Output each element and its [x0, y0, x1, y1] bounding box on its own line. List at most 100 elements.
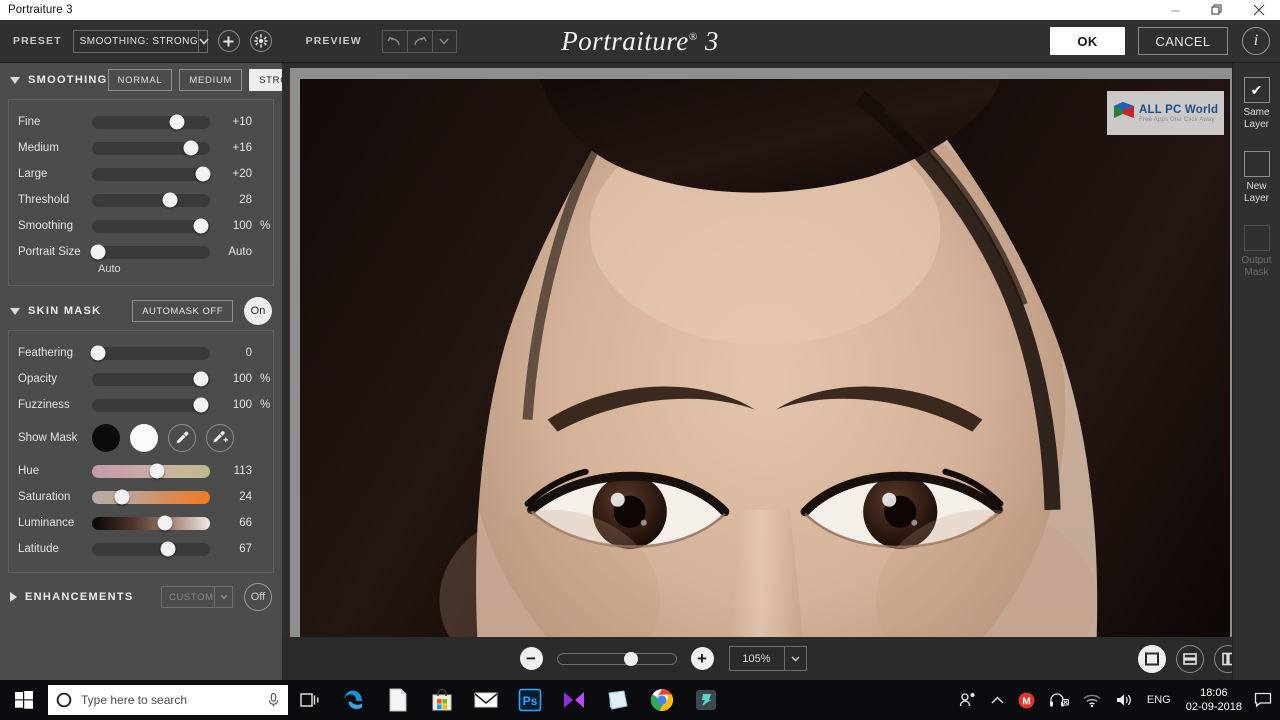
slider-knob[interactable]: [149, 463, 165, 479]
skin-mask-toggle[interactable]: On: [244, 297, 272, 325]
slider-row-hue: Hue 113: [9, 458, 273, 484]
chevron-right-icon[interactable]: [10, 592, 17, 602]
slider-knob[interactable]: [195, 166, 211, 182]
headset-muted-icon[interactable]: [1042, 680, 1076, 720]
filmora-icon[interactable]: [684, 680, 728, 720]
enhancements-toggle[interactable]: Off: [244, 583, 272, 611]
zoom-in-button[interactable]: +: [690, 647, 714, 670]
slider-knob[interactable]: [162, 192, 178, 208]
split-horizontal-view-button[interactable]: [1176, 644, 1204, 673]
skin-mask-section-header[interactable]: SKIN MASK AUTOMASK OFF On: [0, 294, 282, 328]
windows-logo-icon[interactable]: [0, 680, 48, 720]
slider-track-large[interactable]: [92, 166, 211, 182]
zoom-level-dropdown[interactable]: 105%: [728, 646, 807, 671]
chevron-down-icon[interactable]: [10, 76, 20, 84]
slider-track-fuzziness[interactable]: [92, 397, 210, 413]
cancel-button[interactable]: CANCEL: [1138, 27, 1228, 55]
new-layer-checkbox[interactable]: [1243, 151, 1270, 177]
smoothing-preset-medium[interactable]: MEDIUM: [179, 69, 243, 91]
slider-knob[interactable]: [193, 397, 209, 413]
mask-black-swatch[interactable]: [92, 424, 120, 452]
slider-knob[interactable]: [114, 489, 129, 505]
slider-track-hue[interactable]: [92, 463, 210, 479]
malwarebytes-icon[interactable]: M: [1011, 680, 1042, 720]
redo-icon[interactable]: [406, 29, 432, 53]
smoothing-section-header[interactable]: SMOOTHING NORMAL MEDIUM STRONG: [0, 63, 314, 97]
new-layer-option[interactable]: New Layer: [1243, 151, 1270, 205]
single-view-button[interactable]: [1138, 644, 1166, 673]
sticky-notes-icon[interactable]: [596, 680, 640, 720]
slider-knob[interactable]: [193, 371, 209, 387]
add-preset-button[interactable]: [217, 30, 240, 52]
photoshop-icon[interactable]: Ps: [508, 680, 552, 720]
search-input[interactable]: Type here to search: [48, 685, 288, 715]
task-view-icon[interactable]: [288, 680, 332, 720]
same-layer-checkbox[interactable]: ✔: [1243, 77, 1270, 103]
mask-white-swatch[interactable]: [130, 424, 158, 452]
enhancements-section-header[interactable]: ENHANCEMENTS CUSTOM Off: [0, 580, 282, 614]
slider-knob[interactable]: [90, 345, 106, 361]
slider-label: Fine: [18, 116, 41, 128]
view-mode-group: [1138, 644, 1242, 673]
notification-icon[interactable]: [1250, 680, 1276, 720]
undo-icon[interactable]: [381, 29, 407, 53]
slider-knob[interactable]: [183, 140, 199, 156]
minimize-button[interactable]: [1154, 0, 1196, 20]
slider-knob[interactable]: [160, 541, 176, 557]
slider-track-smoothing[interactable]: [92, 218, 210, 234]
enhancements-preset-dropdown[interactable]: CUSTOM: [161, 586, 233, 608]
chevron-down-icon[interactable]: [214, 587, 232, 607]
gear-icon[interactable]: [249, 30, 272, 52]
zoom-slider-track[interactable]: [556, 651, 677, 666]
slider-track-saturation[interactable]: [92, 489, 210, 505]
output-options-sidebar: ✔ Same Layer New Layer Output Mask: [1232, 63, 1280, 680]
eyedropper-add-icon[interactable]: [206, 424, 234, 452]
slider-track-luminance[interactable]: [92, 515, 210, 531]
clock-date: 02-09-2018: [1185, 701, 1242, 713]
chevron-down-icon[interactable]: [783, 647, 806, 670]
file-explorer-icon[interactable]: [376, 680, 420, 720]
zoom-out-button[interactable]: −: [519, 647, 543, 670]
mail-icon[interactable]: [464, 680, 508, 720]
clock[interactable]: 18:06 02-09-2018: [1178, 686, 1250, 714]
slider-row-saturation: Saturation 24: [9, 484, 273, 510]
wifi-icon[interactable]: [1076, 680, 1108, 720]
allpcworld-logo-icon: [1114, 102, 1134, 118]
microsoft-store-icon[interactable]: [420, 680, 464, 720]
slider-row-latitude: Latitude 67: [9, 536, 273, 562]
slider-track-threshold[interactable]: [92, 192, 210, 208]
chevron-down-icon[interactable]: [198, 30, 209, 52]
smoothing-preset-normal[interactable]: NORMAL: [107, 69, 173, 91]
info-icon[interactable]: i: [1242, 27, 1270, 55]
slider-track-opacity[interactable]: [92, 371, 210, 387]
edge-icon[interactable]: [332, 680, 376, 720]
slider-track-fine[interactable]: [92, 114, 210, 130]
slider-knob[interactable]: [193, 218, 209, 234]
same-layer-option[interactable]: ✔ Same Layer: [1243, 77, 1270, 131]
slider-knob[interactable]: [169, 114, 185, 130]
chrome-icon[interactable]: [640, 680, 684, 720]
show-hidden-icons-chevron[interactable]: [984, 680, 1011, 720]
preset-dropdown[interactable]: SMOOTHING: STRONG: [72, 29, 209, 53]
slider-track-medium[interactable]: [92, 140, 210, 156]
slider-track-latitude[interactable]: [92, 541, 210, 557]
slider-knob[interactable]: [157, 515, 173, 531]
ok-button[interactable]: OK: [1050, 27, 1125, 55]
zoom-slider-knob[interactable]: [623, 651, 638, 666]
portrait-image[interactable]: ALL PC World Free Apps One Click Away: [300, 79, 1230, 640]
history-chevron-down-icon[interactable]: [431, 29, 457, 53]
slider-track-feathering[interactable]: [90, 345, 210, 361]
chevron-down-icon[interactable]: [10, 307, 20, 315]
volume-icon[interactable]: [1108, 680, 1140, 720]
people-icon[interactable]: [952, 680, 984, 720]
slider-knob[interactable]: [90, 244, 106, 260]
automask-button[interactable]: AUTOMASK OFF: [132, 300, 233, 322]
close-button[interactable]: [1238, 0, 1280, 20]
microphone-icon[interactable]: [267, 692, 280, 708]
eyedropper-icon[interactable]: [168, 424, 196, 452]
preset-value: SMOOTHING: STRONG: [79, 35, 199, 47]
restore-button[interactable]: [1196, 0, 1238, 20]
movies-tv-icon[interactable]: [552, 680, 596, 720]
slider-track-portrait-size[interactable]: [90, 244, 210, 260]
language-indicator[interactable]: ENG: [1140, 680, 1178, 720]
